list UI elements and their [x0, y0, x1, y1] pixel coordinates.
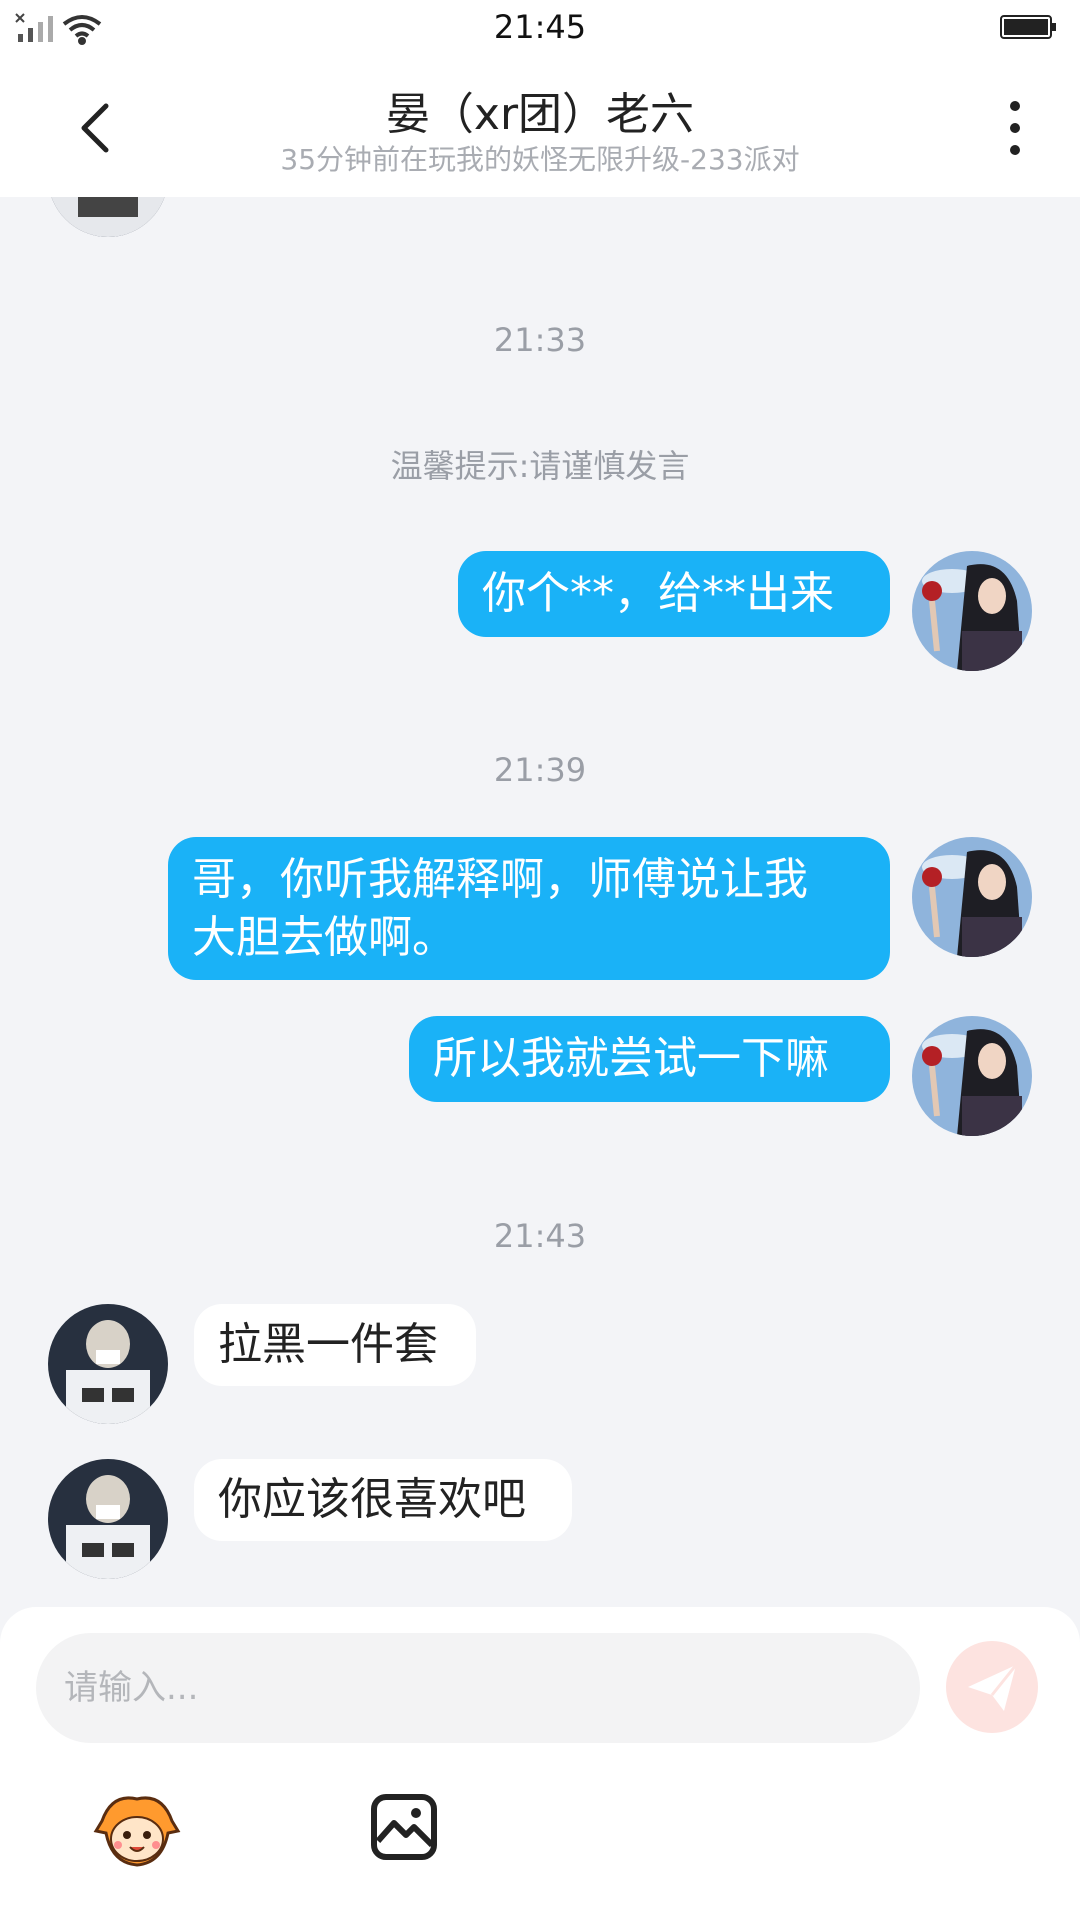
- my-avatar[interactable]: [912, 837, 1032, 957]
- more-options-button[interactable]: [1000, 98, 1030, 158]
- message-text-line: 大胆去做啊。: [192, 912, 456, 963]
- incoming-message[interactable]: 你应该很喜欢吧: [194, 1459, 572, 1541]
- timestamp: 21:33: [493, 321, 587, 359]
- warning-tip: 温馨提示:请谨慎发言: [390, 447, 690, 485]
- image-button[interactable]: [370, 1793, 438, 1863]
- message-text: 你个**，给**出来: [482, 568, 834, 619]
- send-icon: [968, 1664, 1018, 1711]
- message-text-line: 哥，你听我解释啊，师傅说让我: [192, 854, 808, 905]
- timestamp: 21:43: [493, 1217, 587, 1255]
- send-button[interactable]: [946, 1641, 1038, 1733]
- outgoing-message[interactable]: 你个**，给**出来: [458, 551, 890, 637]
- input-placeholder: 请输入...: [64, 1668, 199, 1708]
- contact-name: 晏（xr团）老六: [385, 89, 695, 140]
- emoji-button[interactable]: [92, 1791, 182, 1871]
- more-vertical-icon: [1010, 101, 1020, 155]
- status-bar: 21:45: [0, 0, 1080, 60]
- timestamp: 21:39: [493, 751, 587, 789]
- contact-avatar[interactable]: [48, 1304, 168, 1424]
- battery-icon: [1000, 14, 1058, 44]
- chat-header: 晏（xr团）老六 35分钟前在玩我的妖怪无限升级-233派对: [0, 60, 1080, 197]
- my-avatar[interactable]: [912, 1016, 1032, 1136]
- status-time: 21:45: [493, 8, 587, 46]
- message-input[interactable]: 请输入...: [36, 1633, 920, 1743]
- image-icon: [371, 1794, 437, 1860]
- message-list[interactable]: 21:33 温馨提示:请谨慎发言 你个**，给**出来 21:39 哥，你听我解…: [0, 197, 1080, 1607]
- my-avatar[interactable]: [912, 551, 1032, 671]
- message-text: 拉黑一件套: [218, 1319, 438, 1370]
- message-text: 你应该很喜欢吧: [218, 1474, 526, 1525]
- outgoing-message[interactable]: 哥，你听我解释啊，师傅说让我 大胆去做啊。: [168, 837, 890, 980]
- message-text: 所以我就尝试一下嘛: [433, 1033, 829, 1084]
- composer-panel: 请输入...: [0, 1607, 1080, 1920]
- contact-status: 35分钟前在玩我的妖怪无限升级-233派对: [280, 143, 800, 176]
- emoji-icon: [93, 1796, 181, 1867]
- contact-avatar[interactable]: [48, 1459, 168, 1579]
- outgoing-message[interactable]: 所以我就尝试一下嘛: [409, 1016, 890, 1102]
- contact-avatar[interactable]: [48, 197, 168, 237]
- incoming-message[interactable]: 拉黑一件套: [194, 1304, 476, 1386]
